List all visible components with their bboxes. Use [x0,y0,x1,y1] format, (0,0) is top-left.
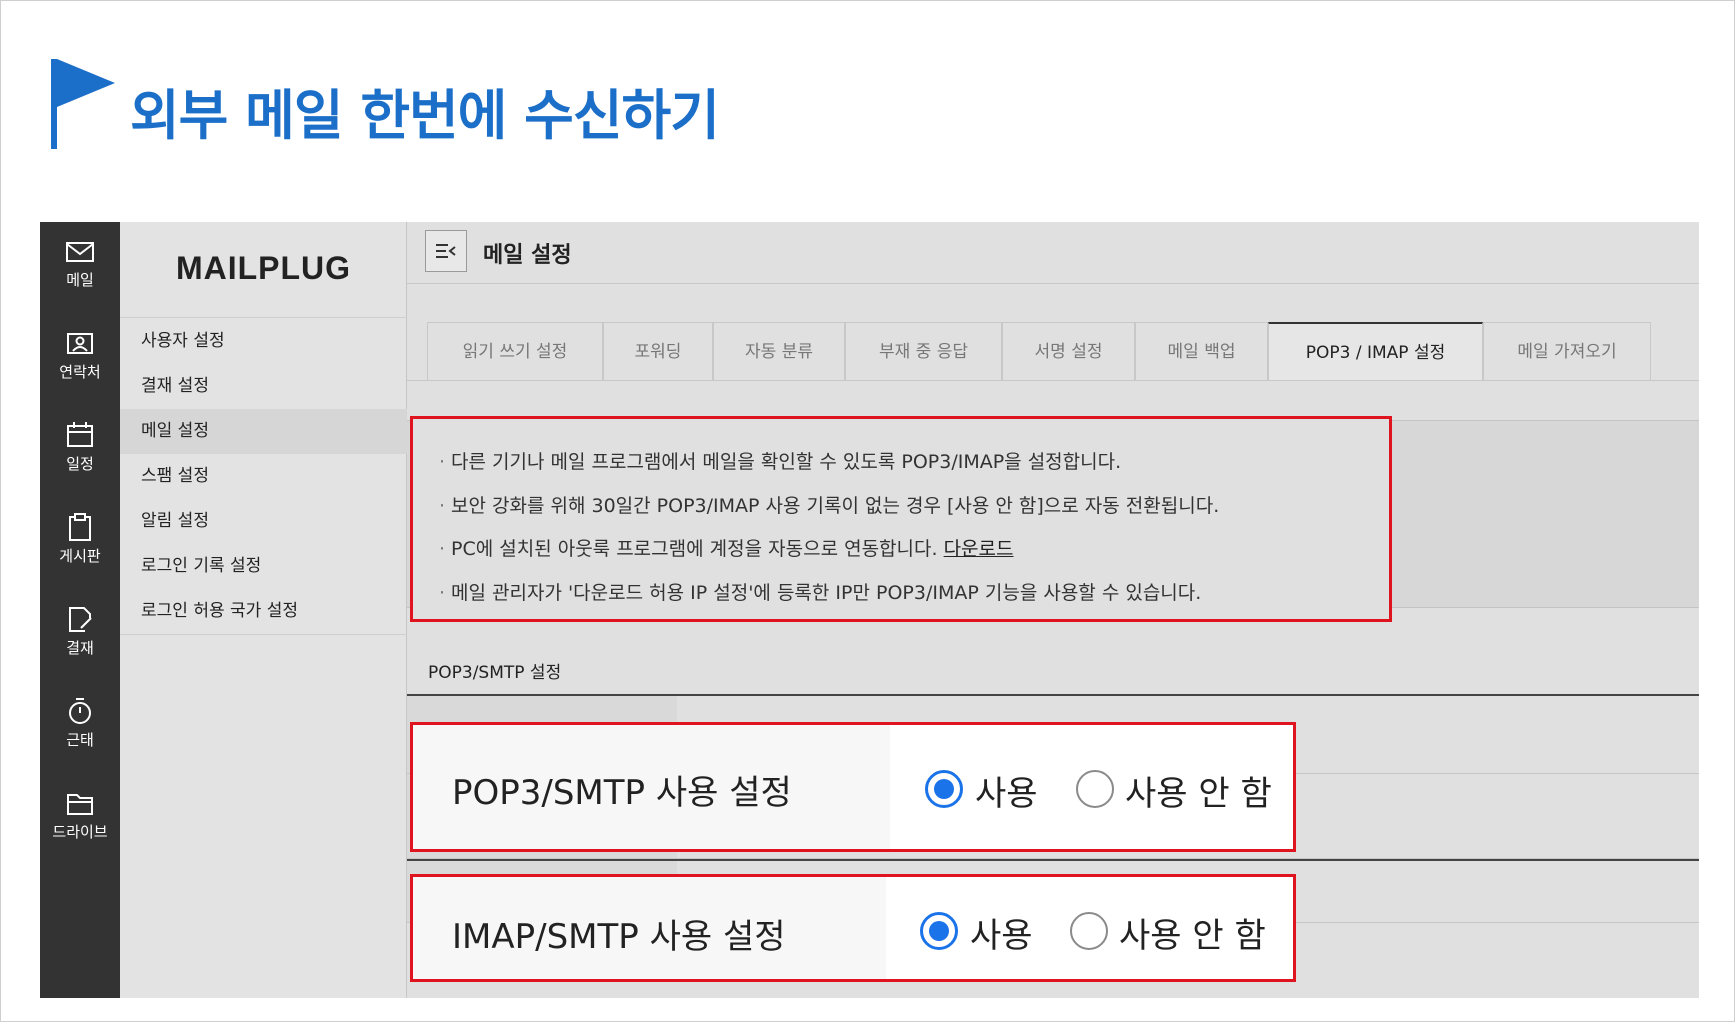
calendar-icon [67,422,93,447]
main-panel: 메일 설정 읽기 쓰기 설정 포워딩 자동 분류 부재 중 응답 서명 설정 메… [407,222,1699,998]
rail-label: 결재 [66,639,94,657]
rail-label: 일정 [66,455,94,473]
sidebar-item-login-country[interactable]: 로그인 허용 국가 설정 [120,589,407,634]
divider [120,317,407,318]
app-rail: 메일 연락처 일정 게시판 결재 근태 드라이브 [40,222,120,998]
rail-label: 드라이브 [52,823,108,841]
radio-label: 사용 안 함 [1125,774,1272,814]
settings-sidebar: MAILPLUG 사용자 설정 결재 설정 메일 설정 스팸 설정 알림 설정 … [120,222,407,998]
rail-item-calendar[interactable]: 일정 [40,406,120,486]
notice-item: 다른 기기나 메일 프로그램에서 메일을 확인할 수 있도록 POP3/IMAP… [439,441,1389,485]
app-window: 메일 연락처 일정 게시판 결재 근태 드라이브 MAILPLUG 사용자 설정… [40,222,1699,998]
flag-icon [51,59,115,149]
folder-icon [67,794,93,815]
contact-card-icon [67,333,93,354]
topbar: 메일 설정 [407,222,1699,284]
download-link[interactable]: 다운로드 [944,538,1014,560]
sidebar-item-login-history[interactable]: 로그인 기록 설정 [120,544,407,589]
settings-tabs: 읽기 쓰기 설정 포워딩 자동 분류 부재 중 응답 서명 설정 메일 백업 P… [427,322,1699,380]
rail-label: 연락처 [59,363,101,381]
slide-frame: 외부 메일 한번에 수신하기 메일 연락처 일정 게시판 결재 근태 드라이브 … [0,0,1735,1022]
settings-menu: 사용자 설정 결재 설정 메일 설정 스팸 설정 알림 설정 로그인 기록 설정… [120,319,407,635]
pop3-smtp-setting-row: POP3/SMTP 사용 설정 사용 사용 안 함 [410,722,1296,852]
rail-label: 메일 [66,271,94,289]
notice-item: 메일 관리자가 '다운로드 허용 IP 설정'에 등록한 IP만 POP3/IM… [439,572,1389,616]
app-logo: MAILPLUG [175,250,352,286]
clipboard-icon [69,513,91,541]
notice-item: PC에 설치된 아웃룩 프로그램에 계정을 자동으로 연동합니다. 다운로드 [439,528,1389,572]
tab-pop3-imap[interactable]: POP3 / IMAP 설정 [1268,322,1483,380]
sidebar-item-user-settings[interactable]: 사용자 설정 [120,319,407,364]
tab-forwarding[interactable]: 포워딩 [603,322,713,380]
rail-item-contacts[interactable]: 연락처 [40,314,120,394]
tab-mail-import[interactable]: 메일 가져오기 [1483,322,1651,380]
tab-mail-backup[interactable]: 메일 백업 [1135,322,1268,380]
rail-label: 게시판 [59,547,101,565]
rail-item-mail[interactable]: 메일 [40,222,120,302]
pop3-use-radio[interactable] [925,770,963,808]
sidebar-item-spam-settings[interactable]: 스팸 설정 [120,454,407,499]
sidebar-item-mail-settings[interactable]: 메일 설정 [120,409,407,454]
sidebar-item-approval-settings[interactable]: 결재 설정 [120,364,407,409]
sidebar-toggle-button[interactable] [425,230,467,272]
sidebar-item-alert-settings[interactable]: 알림 설정 [120,499,407,544]
imap-smtp-setting-row: IMAP/SMTP 사용 설정 사용 사용 안 함 [410,874,1296,982]
mail-icon [66,242,94,262]
pop3-disable-radio[interactable] [1076,770,1114,808]
imap-disable-radio[interactable] [1070,912,1108,950]
divider [407,380,1699,381]
radio-label: 사용 [970,916,1033,956]
rail-item-drive[interactable]: 드라이브 [40,774,120,854]
collapse-menu-icon [436,244,456,258]
divider [120,634,407,635]
rail-item-board[interactable]: 게시판 [40,498,120,578]
tab-read-write[interactable]: 읽기 쓰기 설정 [427,322,603,380]
rail-item-approval[interactable]: 결재 [40,590,120,670]
tab-signature[interactable]: 서명 설정 [1002,322,1135,380]
radio-label: 사용 [975,774,1038,814]
notice-box: 다른 기기나 메일 프로그램에서 메일을 확인할 수 있도록 POP3/IMAP… [410,416,1392,622]
tab-away-reply[interactable]: 부재 중 응답 [845,322,1002,380]
rail-item-attendance[interactable]: 근태 [40,682,120,762]
setting-label: POP3/SMTP 사용 설정 [452,773,792,813]
setting-label: IMAP/SMTP 사용 설정 [452,917,786,957]
rail-label: 근태 [66,731,94,749]
stopwatch-icon [69,698,91,724]
notice-item: 보안 강화를 위해 30일간 POP3/IMAP 사용 기록이 없는 경우 [사… [439,485,1389,529]
radio-label: 사용 안 함 [1119,916,1266,956]
section-title: POP3/SMTP 설정 [428,663,562,683]
imap-use-radio[interactable] [920,912,958,950]
tab-auto-sort[interactable]: 자동 분류 [713,322,845,380]
banner-title: 외부 메일 한번에 수신하기 [130,84,720,147]
edit-document-icon [69,607,92,632]
page-title: 메일 설정 [483,243,572,268]
